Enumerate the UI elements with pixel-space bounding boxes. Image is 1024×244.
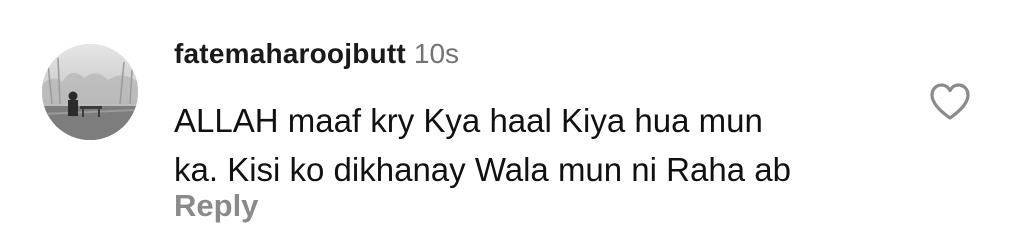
- avatar-image: [42, 44, 138, 140]
- heart-outline-icon: [930, 83, 970, 120]
- comment-text-line: ALLAH maaf kry Kya haal Kiya hua mun: [174, 102, 763, 139]
- comment-header: fatemaharoojbutt 10s: [174, 38, 459, 70]
- reply-button[interactable]: Reply: [174, 188, 258, 224]
- timestamp: 10s: [413, 38, 460, 69]
- comment-text-line: ka. Kisi ko dikhanay Wala mun ni Raha ab: [174, 151, 791, 188]
- avatar[interactable]: [42, 44, 138, 140]
- username-link[interactable]: fatemaharoojbutt: [174, 38, 406, 69]
- like-button[interactable]: [926, 78, 974, 126]
- comment-item: fatemaharoojbutt 10s ALLAH maaf kry Kya h…: [0, 0, 1024, 244]
- comment-text: ALLAH maaf kry Kya haal Kiya hua mun ka.…: [174, 96, 894, 194]
